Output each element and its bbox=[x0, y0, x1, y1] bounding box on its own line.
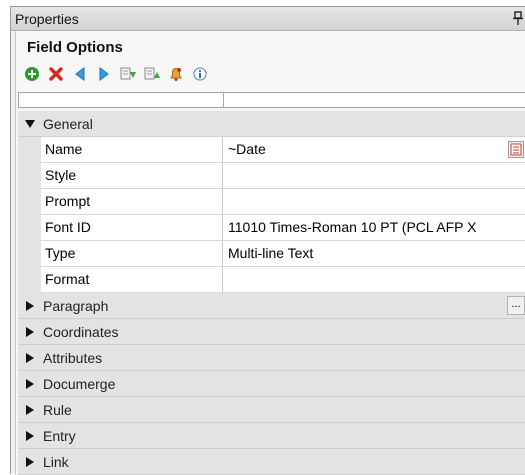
pin-icon[interactable] bbox=[513, 10, 523, 26]
property-row-type[interactable]: Type Multi-line Text bbox=[18, 241, 525, 267]
property-value[interactable]: 11010 Times-Roman 10 PT (PCL AFP X bbox=[223, 215, 525, 241]
expand-triangle-icon[interactable] bbox=[24, 404, 36, 416]
category-general[interactable]: General bbox=[18, 111, 525, 137]
property-name: Type bbox=[41, 241, 223, 267]
move-right-icon[interactable] bbox=[95, 65, 113, 83]
properties-panel: Properties Field Options General Name ~D… bbox=[10, 6, 525, 475]
move-down-icon[interactable] bbox=[119, 65, 137, 83]
category-label: Link bbox=[43, 454, 69, 470]
row-gutter bbox=[18, 215, 41, 241]
bell-icon[interactable] bbox=[167, 65, 185, 83]
category-coordinates[interactable]: Coordinates bbox=[18, 319, 525, 345]
collapse-triangle-icon[interactable] bbox=[24, 118, 36, 130]
expand-triangle-icon[interactable] bbox=[24, 456, 36, 468]
property-row-prompt[interactable]: Prompt bbox=[18, 189, 525, 215]
property-value[interactable] bbox=[223, 189, 525, 215]
property-name: Prompt bbox=[41, 189, 223, 215]
expand-triangle-icon[interactable] bbox=[24, 430, 36, 442]
row-gutter bbox=[18, 137, 41, 163]
expand-triangle-icon[interactable] bbox=[24, 326, 36, 338]
info-icon[interactable] bbox=[191, 65, 209, 83]
property-name: Font ID bbox=[41, 215, 223, 241]
property-row-font-id[interactable]: Font ID 11010 Times-Roman 10 PT (PCL AFP… bbox=[18, 215, 525, 241]
category-documerge[interactable]: Documerge bbox=[18, 371, 525, 397]
category-label: Entry bbox=[43, 428, 76, 444]
row-gutter bbox=[18, 189, 41, 215]
category-label: General bbox=[43, 116, 93, 132]
category-label: Rule bbox=[43, 402, 72, 418]
grid-header bbox=[18, 92, 525, 108]
category-label: Documerge bbox=[43, 376, 116, 392]
row-gutter bbox=[18, 241, 41, 267]
field-toolbar bbox=[23, 64, 209, 84]
move-up-icon[interactable] bbox=[143, 65, 161, 83]
panel-body: Field Options General Name ~Date Style P… bbox=[15, 31, 525, 475]
section-title: Field Options bbox=[27, 39, 123, 56]
expand-triangle-icon[interactable] bbox=[24, 300, 36, 312]
expand-triangle-icon[interactable] bbox=[24, 378, 36, 390]
delete-icon[interactable] bbox=[47, 65, 65, 83]
property-row-style[interactable]: Style bbox=[18, 163, 525, 189]
expand-triangle-icon[interactable] bbox=[24, 352, 36, 364]
ellipsis-button[interactable]: ... bbox=[507, 296, 525, 315]
category-label: Coordinates bbox=[43, 324, 119, 340]
row-gutter bbox=[18, 267, 41, 293]
category-entry[interactable]: Entry bbox=[18, 423, 525, 449]
edit-list-icon[interactable] bbox=[508, 141, 524, 158]
category-link[interactable]: Link bbox=[18, 449, 525, 475]
category-paragraph[interactable]: Paragraph ... bbox=[18, 293, 525, 319]
property-name: Format bbox=[41, 267, 223, 293]
property-value[interactable]: Multi-line Text bbox=[223, 241, 525, 267]
column-divider[interactable] bbox=[223, 93, 224, 107]
category-label: Paragraph bbox=[43, 298, 109, 314]
property-row-name[interactable]: Name ~Date bbox=[18, 137, 525, 163]
category-attributes[interactable]: Attributes bbox=[18, 345, 525, 371]
category-rule[interactable]: Rule bbox=[18, 397, 525, 423]
category-label: Attributes bbox=[43, 350, 103, 366]
property-value[interactable] bbox=[223, 267, 525, 293]
property-name: Name bbox=[41, 137, 223, 163]
property-name: Style bbox=[41, 163, 223, 189]
property-value[interactable] bbox=[223, 163, 525, 189]
property-value[interactable]: ~Date bbox=[223, 137, 525, 163]
panel-title: Properties bbox=[15, 11, 79, 27]
move-left-icon[interactable] bbox=[71, 65, 89, 83]
property-row-format[interactable]: Format bbox=[18, 267, 525, 293]
panel-titlebar: Properties bbox=[11, 7, 525, 31]
property-grid: General Name ~Date Style Prompt Font ID … bbox=[18, 111, 525, 475]
row-gutter bbox=[18, 163, 41, 189]
add-icon[interactable] bbox=[23, 65, 41, 83]
